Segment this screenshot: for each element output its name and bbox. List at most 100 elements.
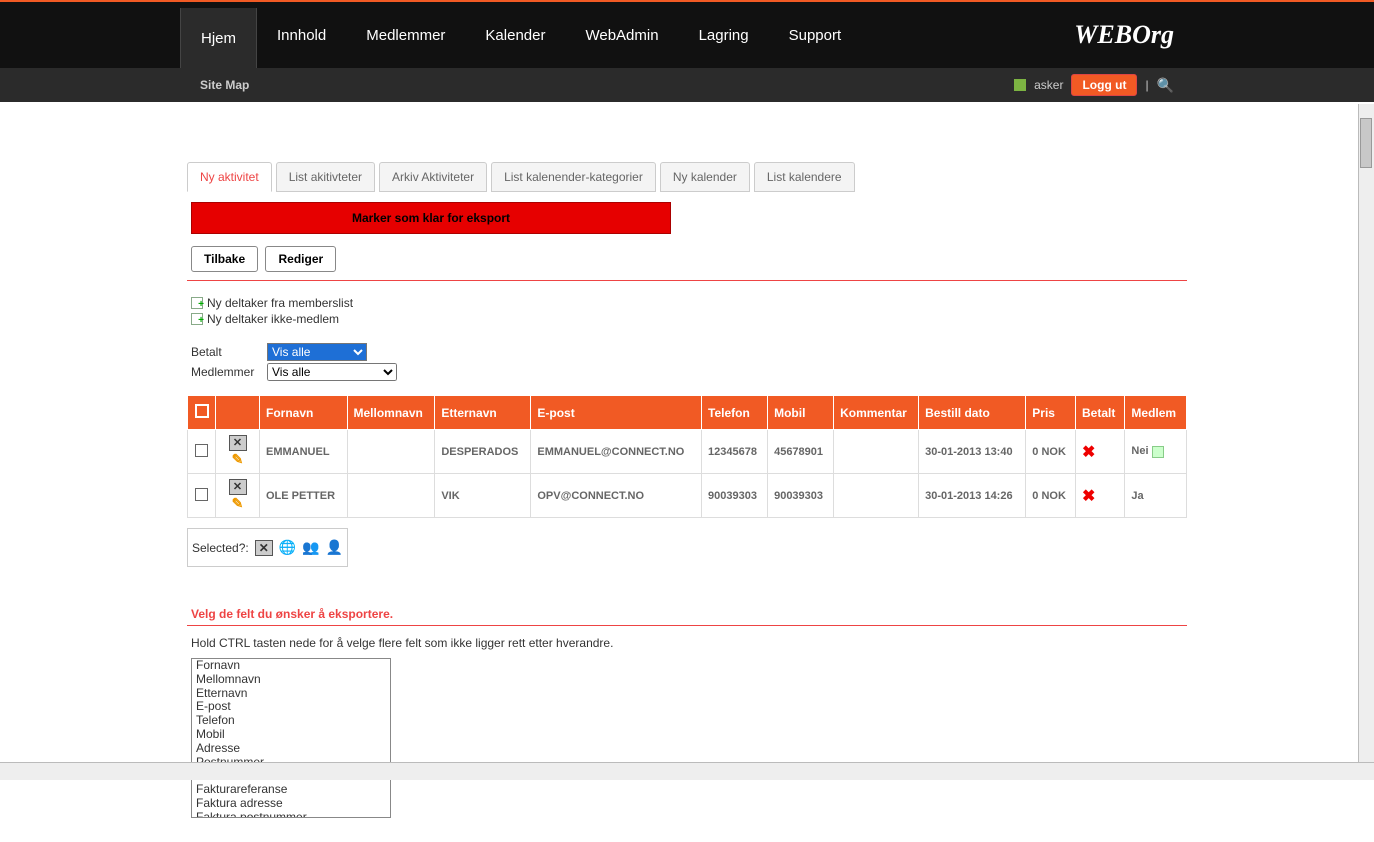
cell-epost: OPV@CONNECT.NO bbox=[531, 474, 702, 518]
th-mobil[interactable]: Mobil bbox=[768, 396, 834, 430]
edit-button[interactable]: Rediger bbox=[265, 246, 336, 272]
betalt-select[interactable]: Vis alle bbox=[267, 343, 367, 361]
nav-webadmin[interactable]: WebAdmin bbox=[565, 2, 678, 68]
th-epost[interactable]: E-post bbox=[531, 396, 702, 430]
export-field-item[interactable]: Faktura postnummer bbox=[192, 811, 390, 818]
nav-kalender[interactable]: Kalender bbox=[465, 2, 565, 68]
medlemmer-select[interactable]: Vis alle bbox=[267, 363, 397, 381]
sitemap-link[interactable]: Site Map bbox=[200, 78, 249, 92]
content-tabs: Ny aktivitet List akitivteter Arkiv Akti… bbox=[187, 162, 1187, 192]
cell-kommentar bbox=[834, 474, 919, 518]
table-row: ✕ ✎OLE PETTERVIKOPV@CONNECT.NO9003930390… bbox=[188, 474, 1187, 518]
export-field-item[interactable]: E-post bbox=[192, 700, 390, 714]
sub-nav: Site Map asker Logg ut | 🔍 bbox=[0, 68, 1374, 102]
row-checkbox[interactable] bbox=[195, 488, 208, 501]
nav-support[interactable]: Support bbox=[769, 2, 862, 68]
link-label: Ny deltaker fra memberslist bbox=[207, 296, 353, 310]
th-dato[interactable]: Bestill dato bbox=[919, 396, 1026, 430]
cell-mellomnavn bbox=[347, 430, 435, 474]
delete-row-icon[interactable]: ✕ bbox=[229, 479, 247, 495]
delete-selected-icon[interactable]: ✕ bbox=[255, 540, 273, 556]
th-telefon[interactable]: Telefon bbox=[702, 396, 768, 430]
cell-fornavn: OLE PETTER bbox=[260, 474, 348, 518]
back-button[interactable]: Tilbake bbox=[191, 246, 258, 272]
search-icon[interactable]: 🔍 bbox=[1157, 77, 1174, 94]
horizontal-scrollbar[interactable] bbox=[0, 762, 1374, 780]
cell-betalt: ✖ bbox=[1075, 430, 1124, 474]
cell-pris: 0 NOK bbox=[1026, 430, 1076, 474]
th-medlem[interactable]: Medlem bbox=[1125, 396, 1187, 430]
cell-mellomnavn bbox=[347, 474, 435, 518]
tab-list-aktiviteter[interactable]: List akitivteter bbox=[276, 162, 375, 192]
export-field-item[interactable]: Etternavn bbox=[192, 687, 390, 701]
action-buttons: Tilbake Rediger bbox=[187, 238, 1187, 281]
people-icon[interactable]: 👤 bbox=[326, 539, 343, 556]
export-field-list[interactable]: FornavnMellomnavnEtternavnE-postTelefonM… bbox=[191, 658, 391, 818]
cell-dato: 30-01-2013 13:40 bbox=[919, 430, 1026, 474]
export-field-item[interactable]: Fornavn bbox=[192, 659, 390, 673]
table-row: ✕ ✎ EMMANUEL DESPERADOSEMMANUEL@CONNECT.NO… bbox=[188, 430, 1187, 474]
add-icon bbox=[191, 313, 203, 325]
cell-mobil: 90039303 bbox=[768, 474, 834, 518]
tab-arkiv[interactable]: Arkiv Aktiviteter bbox=[379, 162, 487, 192]
cell-epost: EMMANUEL@CONNECT.NO bbox=[531, 430, 702, 474]
nav-medlemmer[interactable]: Medlemmer bbox=[346, 2, 465, 68]
cell-pris: 0 NOK bbox=[1026, 474, 1076, 518]
nav-hjem[interactable]: Hjem bbox=[180, 8, 257, 68]
export-note: Hold CTRL tasten nede for å velge flere … bbox=[187, 626, 1187, 654]
tab-ny-kalender[interactable]: Ny kalender bbox=[660, 162, 750, 192]
header-actions bbox=[216, 396, 260, 430]
row-checkbox[interactable] bbox=[195, 444, 208, 457]
export-field-item[interactable]: Mobil bbox=[192, 728, 390, 742]
add-member-icon[interactable] bbox=[1152, 446, 1164, 458]
delete-row-icon[interactable]: ✕ bbox=[229, 435, 247, 451]
new-participant-members-link[interactable]: Ny deltaker fra memberslist bbox=[191, 295, 1183, 311]
th-mellomnavn[interactable]: Mellomnavn bbox=[347, 396, 435, 430]
logout-button[interactable]: Logg ut bbox=[1071, 74, 1137, 96]
cell-etternavn: DESPERADOS bbox=[435, 430, 531, 474]
tab-list-kalendere[interactable]: List kalendere bbox=[754, 162, 855, 192]
logo: WEBOrg bbox=[1074, 2, 1174, 68]
cell-etternavn: VIK bbox=[435, 474, 531, 518]
user-icon bbox=[1014, 79, 1026, 91]
move-people-icon[interactable]: 👥 bbox=[302, 539, 319, 556]
th-betalt[interactable]: Betalt bbox=[1075, 396, 1124, 430]
globe-icon[interactable]: 🌐 bbox=[279, 539, 296, 556]
export-fields-header: Velg de felt du ønsker å eksportere. bbox=[187, 587, 1187, 626]
link-label: Ny deltaker ikke-medlem bbox=[207, 312, 339, 326]
nav-innhold[interactable]: Innhold bbox=[257, 2, 346, 68]
th-etternavn[interactable]: Etternavn bbox=[435, 396, 531, 430]
participants-table: Fornavn Mellomnavn Etternavn E-post Tele… bbox=[187, 395, 1187, 518]
export-field-item[interactable]: Mellomnavn bbox=[192, 673, 390, 687]
add-icon bbox=[191, 297, 203, 309]
vertical-scrollbar[interactable] bbox=[1358, 104, 1374, 762]
tab-ny-aktivitet[interactable]: Ny aktivitet bbox=[187, 162, 272, 192]
cell-telefon: 12345678 bbox=[702, 430, 768, 474]
cell-fornavn: EMMANUEL bbox=[260, 430, 348, 474]
selected-label: Selected?: bbox=[192, 541, 249, 555]
export-field-item[interactable]: Fakturareferanse bbox=[192, 783, 390, 797]
th-pris[interactable]: Pris bbox=[1026, 396, 1076, 430]
cell-medlem: Nei bbox=[1125, 430, 1187, 474]
export-banner[interactable]: Marker som klar for eksport bbox=[191, 202, 671, 234]
export-field-item[interactable]: Faktura adresse bbox=[192, 797, 390, 811]
tab-kalender-kategorier[interactable]: List kalenender-kategorier bbox=[491, 162, 656, 192]
export-field-item[interactable]: Telefon bbox=[192, 714, 390, 728]
not-paid-icon[interactable]: ✖ bbox=[1082, 444, 1095, 461]
cell-telefon: 90039303 bbox=[702, 474, 768, 518]
divider: | bbox=[1145, 78, 1148, 92]
th-kommentar[interactable]: Kommentar bbox=[834, 396, 919, 430]
nav-lagring[interactable]: Lagring bbox=[679, 2, 769, 68]
username: asker bbox=[1034, 78, 1063, 92]
th-fornavn[interactable]: Fornavn bbox=[260, 396, 348, 430]
edit-row-icon[interactable]: ✎ bbox=[232, 451, 244, 467]
export-field-item[interactable]: Adresse bbox=[192, 742, 390, 756]
scrollbar-thumb[interactable] bbox=[1360, 118, 1372, 168]
betalt-label: Betalt bbox=[191, 345, 261, 359]
header-checkbox[interactable] bbox=[188, 396, 216, 430]
cell-medlem: Ja bbox=[1125, 474, 1187, 518]
not-paid-icon[interactable]: ✖ bbox=[1082, 488, 1095, 505]
cell-dato: 30-01-2013 14:26 bbox=[919, 474, 1026, 518]
new-participant-nonmember-link[interactable]: Ny deltaker ikke-medlem bbox=[191, 311, 1183, 327]
edit-row-icon[interactable]: ✎ bbox=[232, 495, 244, 511]
